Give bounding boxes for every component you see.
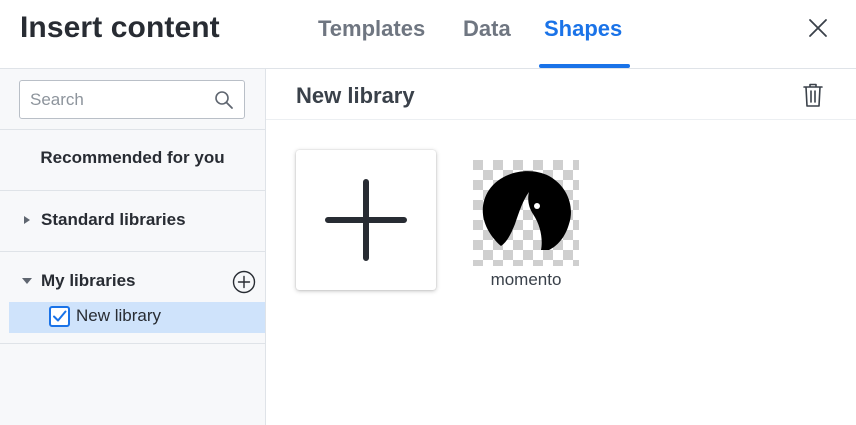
dialog-header: Insert content Templates Data Shapes bbox=[0, 0, 856, 69]
caret-down-icon[interactable] bbox=[22, 276, 32, 286]
search-icon[interactable] bbox=[214, 90, 234, 110]
trash-icon bbox=[803, 83, 823, 107]
search-input[interactable] bbox=[30, 89, 210, 111]
tab-templates[interactable]: Templates bbox=[318, 16, 425, 42]
standard-libraries-row[interactable]: Standard libraries bbox=[0, 206, 265, 236]
active-tab-indicator bbox=[539, 64, 630, 68]
tab-data[interactable]: Data bbox=[463, 16, 511, 42]
library-title: New library bbox=[296, 83, 415, 108]
add-library-button[interactable] bbox=[232, 270, 256, 294]
check-icon bbox=[53, 310, 67, 322]
library-header: New library bbox=[266, 69, 856, 120]
divider bbox=[0, 129, 265, 130]
add-shape-tile[interactable] bbox=[296, 150, 436, 290]
divider bbox=[0, 190, 265, 191]
my-libraries-row[interactable]: My libraries bbox=[0, 267, 265, 297]
dialog-title: Insert content bbox=[20, 11, 220, 44]
my-libraries-label: My libraries bbox=[41, 271, 136, 290]
momento-shape-thumbnail bbox=[473, 160, 579, 266]
library-item-new-library[interactable]: New library bbox=[9, 302, 265, 333]
search-box[interactable] bbox=[19, 80, 245, 119]
sidebar: Recommended for you Standard libraries M… bbox=[0, 69, 266, 425]
caret-right-icon[interactable] bbox=[22, 215, 32, 225]
library-content: New library momento bbox=[266, 69, 856, 425]
delete-library-button[interactable] bbox=[801, 82, 825, 108]
shape-label: momento bbox=[490, 270, 562, 289]
shape-momento[interactable] bbox=[473, 160, 579, 266]
library-item-label: New library bbox=[76, 306, 162, 325]
tab-shapes[interactable]: Shapes bbox=[544, 16, 622, 42]
recommended-for-you[interactable]: Recommended for you bbox=[0, 148, 265, 168]
library-checkbox[interactable] bbox=[49, 306, 70, 327]
close-button[interactable] bbox=[806, 16, 830, 40]
plus-circle-icon bbox=[232, 270, 256, 294]
close-icon bbox=[809, 19, 827, 37]
divider bbox=[0, 251, 265, 252]
standard-libraries-label: Standard libraries bbox=[41, 210, 186, 229]
divider bbox=[0, 343, 265, 344]
plus-icon bbox=[325, 179, 407, 261]
